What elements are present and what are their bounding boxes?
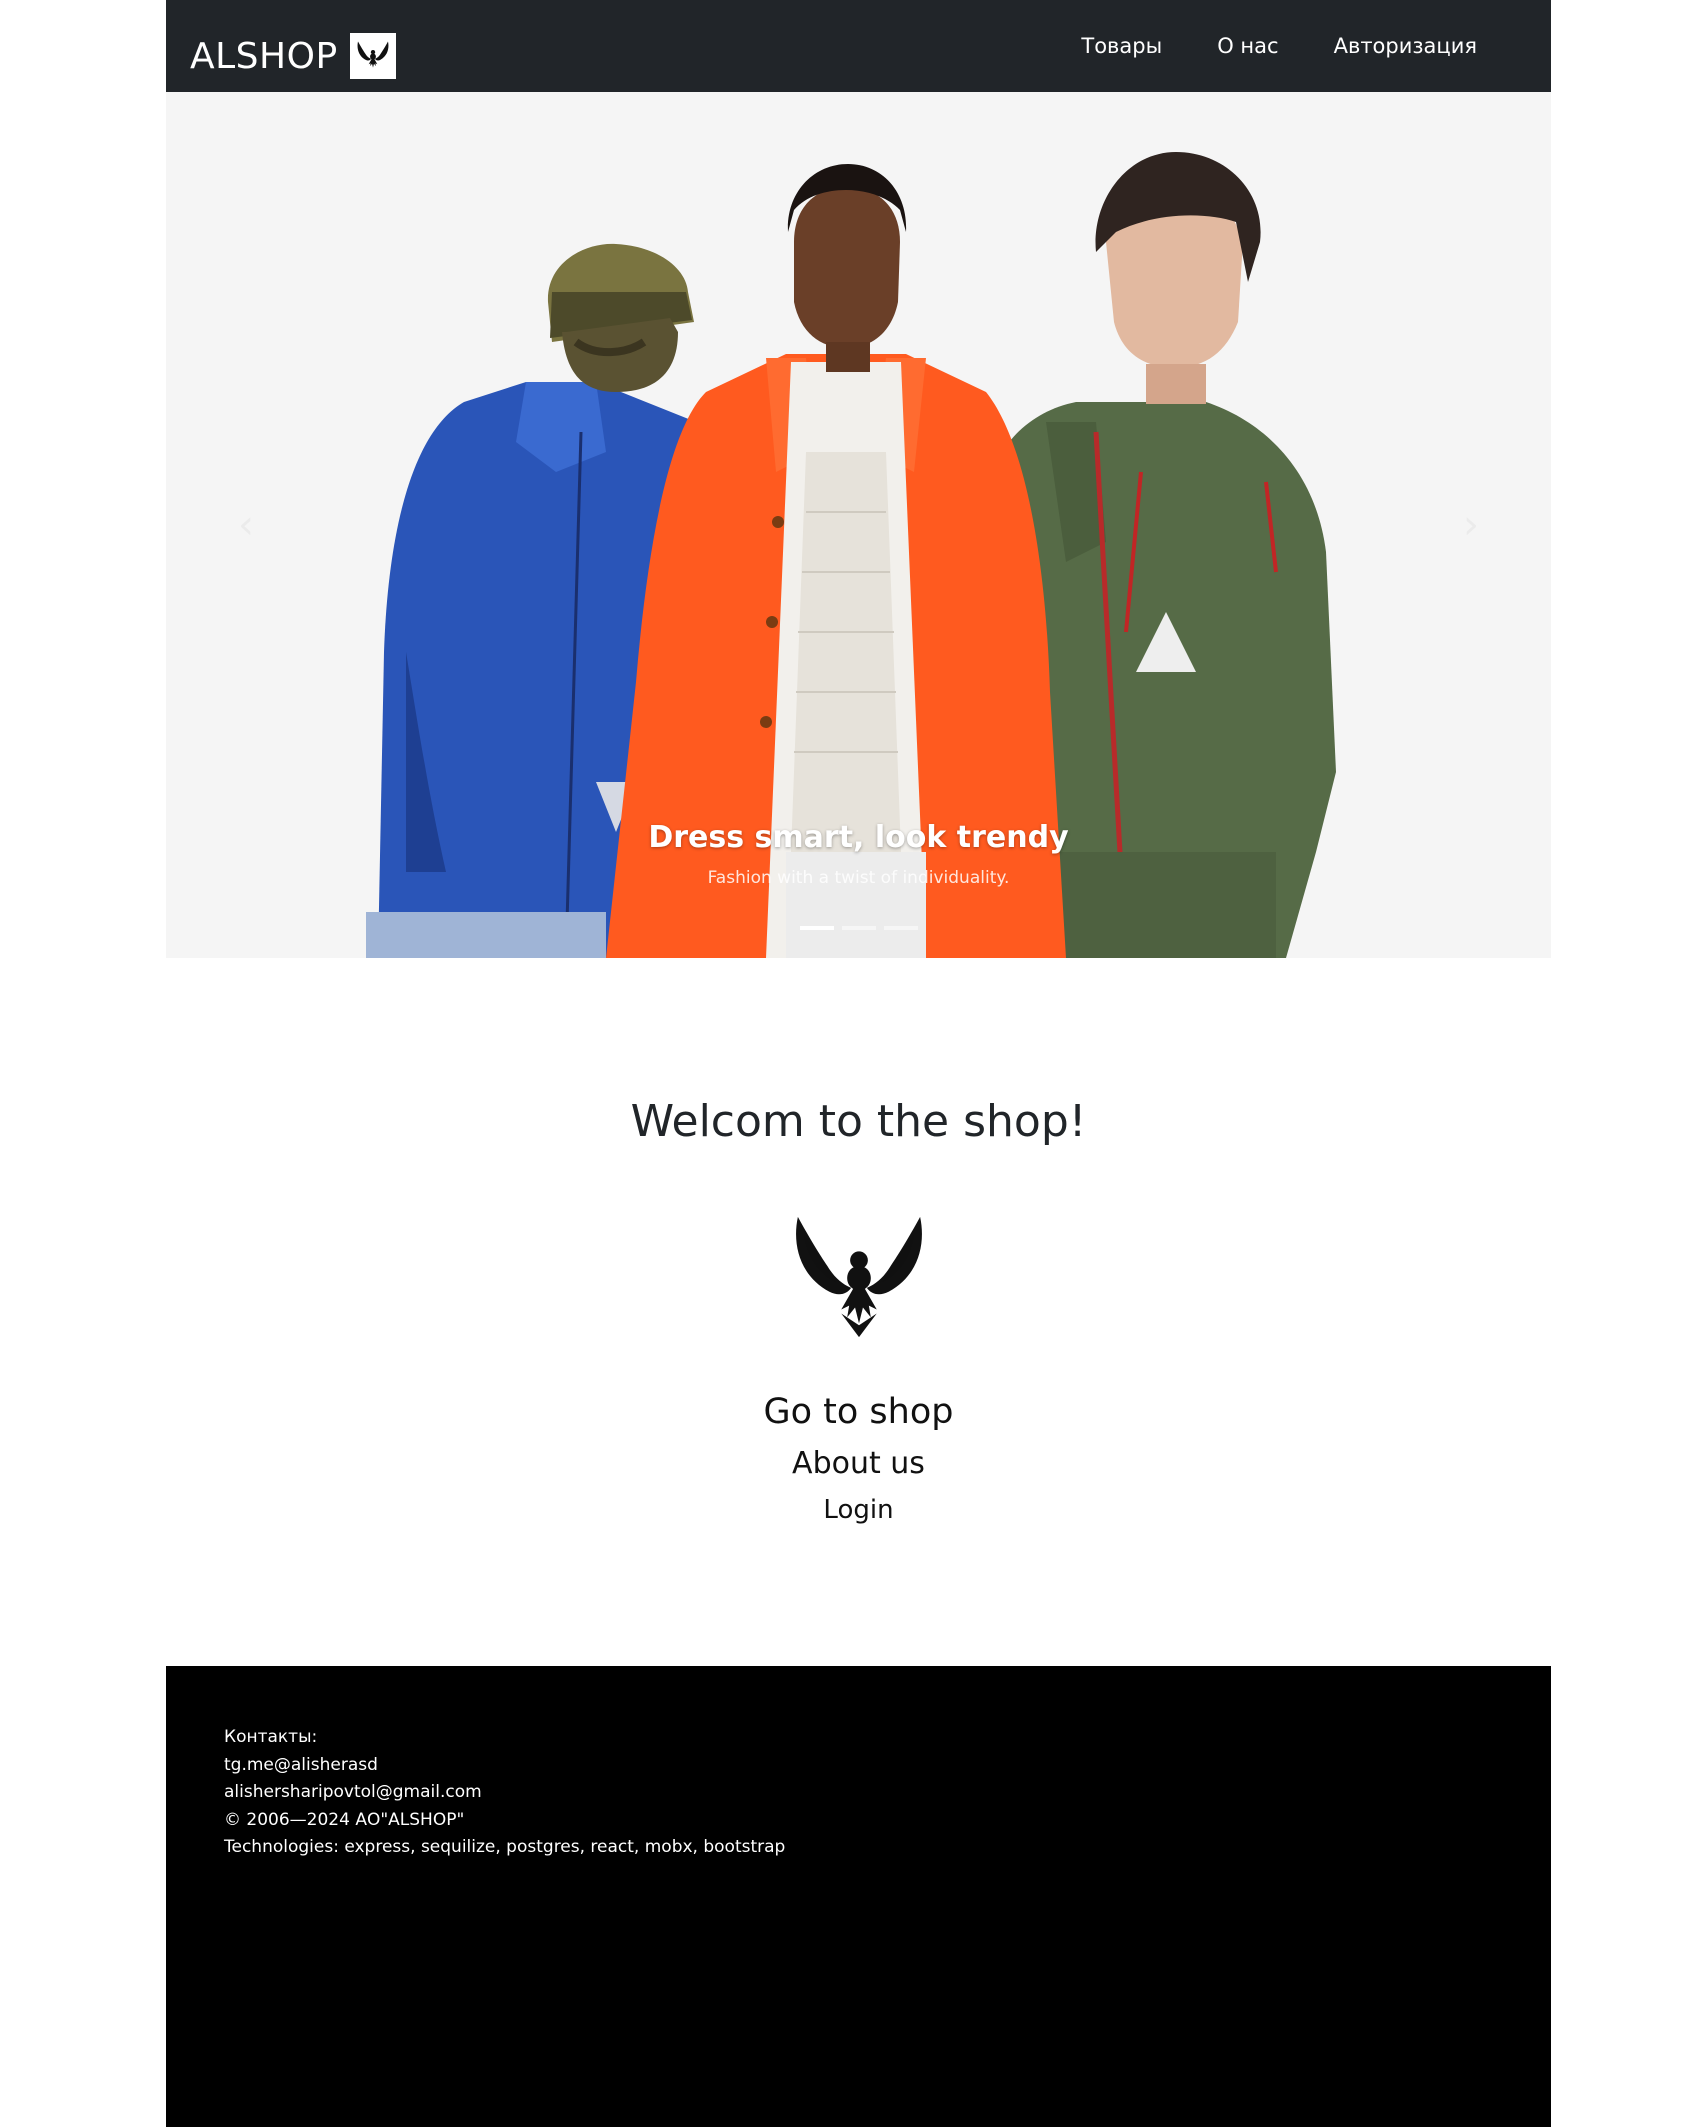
chevron-left-icon: ‹ <box>238 502 254 548</box>
login-link: Login <box>166 1495 1551 1525</box>
hero-carousel: ‹ › Dress smart, look trendy Fashion wit… <box>166 92 1551 958</box>
carousel-indicators <box>166 926 1551 930</box>
footer: Контакты: tg.me@alisherasd alishersharip… <box>166 1666 1551 2127</box>
eagle-icon <box>349 33 396 79</box>
carousel-caption-text: Fashion with a twist of individuality. <box>707 868 1010 888</box>
carousel-indicator-3[interactable] <box>883 926 918 930</box>
footer-telegram-link[interactable]: tg.me@alisherasd <box>224 1755 378 1775</box>
about-us-link: About us <box>166 1446 1551 1481</box>
eagle-icon <box>796 1216 922 1338</box>
footer-technologies: Technologies: express, sequilize, postgr… <box>224 1837 786 1857</box>
footer-email-link[interactable]: alishersharipovtol@gmail.com <box>224 1782 482 1802</box>
go-to-shop-link: Go to shop <box>166 1392 1551 1432</box>
about-us-link-text[interactable]: About us <box>792 1446 925 1481</box>
carousel-indicator-1[interactable] <box>799 926 834 930</box>
footer-info: Контакты: tg.me@alisherasd alishersharip… <box>224 1724 785 1862</box>
brand-name: ALSHOP <box>190 35 338 77</box>
nav-link-products[interactable]: Товары <box>1081 30 1162 62</box>
nav-link-auth[interactable]: Авторизация <box>1334 30 1477 62</box>
go-to-shop-link-text[interactable]: Go to shop <box>764 1392 954 1432</box>
login-link-text[interactable]: Login <box>823 1495 893 1525</box>
nav-link-about[interactable]: О нас <box>1217 30 1278 62</box>
brand-link[interactable]: ALSHOP <box>190 32 396 80</box>
nav-links: Товары О нас Авторизация <box>1026 30 1477 62</box>
chevron-right-icon: › <box>1463 502 1479 548</box>
app-frame: ALSHOP Товары О нас Авторизация ‹ › Dres… <box>166 0 1551 2127</box>
carousel-indicator-2[interactable] <box>841 926 876 930</box>
footer-copyright: © 2006—2024 АО"ALSHOP" <box>224 1809 465 1830</box>
welcome-title: Welcom to the shop! <box>630 1096 1087 1147</box>
page: ALSHOP Товары О нас Авторизация ‹ › Dres… <box>0 0 1700 2127</box>
navbar: ALSHOP Товары О нас Авторизация <box>166 0 1551 92</box>
carousel-caption-title: Dress smart, look trendy <box>648 820 1069 855</box>
footer-contacts-label: Контакты: <box>224 1727 318 1747</box>
